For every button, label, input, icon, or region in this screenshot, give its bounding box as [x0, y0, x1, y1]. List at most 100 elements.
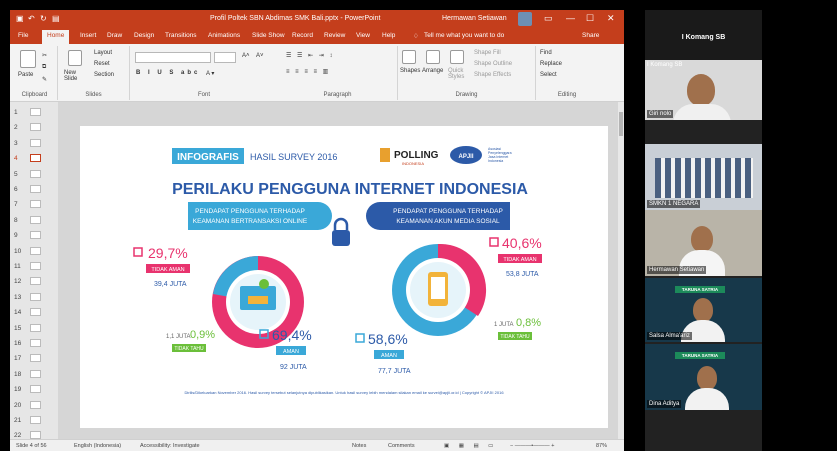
slide-thumbnail[interactable]: 4	[12, 152, 56, 166]
font-style-buttons[interactable]: B I U S abc	[136, 70, 200, 76]
account-name[interactable]: Hermawan Setiawan	[442, 15, 507, 22]
tab-design[interactable]: Design	[134, 32, 154, 39]
tab-view[interactable]: View	[356, 32, 370, 39]
slide-thumbnail-preview[interactable]	[30, 154, 41, 163]
slide-thumbnail[interactable]: 5	[12, 168, 56, 182]
slide-thumbnail[interactable]: 11	[12, 260, 56, 274]
font-name-input[interactable]	[135, 52, 211, 63]
replace-button[interactable]: Replace	[540, 61, 562, 67]
slide-thumbnail[interactable]: 21	[12, 414, 56, 428]
cut-icon[interactable]: ✂	[42, 52, 47, 59]
slide-thumbnail-preview[interactable]	[30, 246, 41, 255]
slide-thumbnail[interactable]: 15	[12, 322, 56, 336]
present-icon[interactable]: ▤	[52, 14, 60, 23]
paste-icon[interactable]	[20, 50, 36, 68]
paste-button[interactable]: Paste	[18, 72, 33, 78]
shrink-font-icon[interactable]: A˅	[256, 53, 264, 59]
tell-me-box[interactable]: Tell me what you want to do	[424, 32, 504, 39]
slide-thumbnail-preview[interactable]	[30, 262, 41, 270]
list-buttons[interactable]: ☰ ☰ ⇤ ⇥ ↕	[286, 52, 334, 59]
slide-thumbnail-preview[interactable]	[30, 185, 41, 193]
slide-canvas[interactable]: INFOGRAFIS HASIL SURVEY 2016 POLLING IND…	[80, 126, 608, 428]
vertical-scrollbar[interactable]	[618, 102, 624, 439]
slide-thumbnail[interactable]: 14	[12, 306, 56, 320]
participant-tile-3[interactable]: Hermawan Setiawan	[645, 210, 762, 276]
shape-effects-button[interactable]: Shape Effects	[474, 72, 511, 78]
slide-thumbnail-preview[interactable]	[30, 354, 41, 363]
minimize-icon[interactable]: —	[566, 13, 575, 23]
slide-thumbnail[interactable]: 2	[12, 121, 56, 135]
share-button[interactable]: Share	[582, 32, 599, 39]
new-slide-icon[interactable]	[68, 50, 82, 66]
tab-draw[interactable]: Draw	[107, 32, 122, 39]
new-slide-button[interactable]: New Slide	[64, 70, 86, 82]
participant-tile-4[interactable]: TARUNA SATRIA Salsa Alma'ariz	[645, 278, 762, 342]
slide-thumbnail-preview[interactable]	[30, 108, 41, 116]
slide-thumbnail-preview[interactable]	[30, 123, 41, 132]
slide-thumbnail-preview[interactable]	[30, 292, 41, 301]
slide-thumbnail[interactable]: 19	[12, 383, 56, 397]
slide-thumbnail-preview[interactable]	[30, 308, 41, 317]
slide-thumbnail-preview[interactable]	[30, 277, 41, 286]
slide-thumbnail-preview[interactable]	[30, 169, 41, 178]
arrange-icon[interactable]	[426, 50, 440, 64]
quick-styles-icon[interactable]	[450, 50, 464, 64]
copy-icon[interactable]: ⧉	[42, 64, 46, 71]
notes-button[interactable]: Notes	[352, 443, 366, 449]
slide-thumbnail[interactable]: 20	[12, 399, 56, 413]
save-icon[interactable]: ▣	[16, 14, 24, 23]
tab-animations[interactable]: Animations	[208, 32, 240, 39]
font-size-input[interactable]	[214, 52, 236, 63]
slide-thumbnail[interactable]: 12	[12, 275, 56, 289]
arrange-button[interactable]: Arrange	[422, 68, 443, 74]
participant-tile-2[interactable]: SMKN 1 NEGARA	[645, 144, 762, 210]
accessibility-status[interactable]: Accessibility: Investigate	[140, 443, 200, 449]
reset-button[interactable]: Reset	[94, 61, 110, 67]
slide-thumbnail[interactable]: 7	[12, 198, 56, 212]
scroll-thumb[interactable]	[619, 112, 623, 136]
tab-record[interactable]: Record	[292, 32, 313, 39]
comments-button[interactable]: Comments	[388, 443, 415, 449]
slide-thumbnail[interactable]: 3	[12, 137, 56, 151]
undo-icon[interactable]: ↶	[28, 14, 35, 23]
grow-font-icon[interactable]: A˄	[242, 53, 250, 59]
zoom-level[interactable]: 87%	[596, 443, 607, 449]
slide-thumbnail[interactable]: 13	[12, 291, 56, 305]
account-avatar[interactable]	[518, 12, 532, 26]
tab-insert[interactable]: Insert	[80, 32, 96, 39]
select-button[interactable]: Select	[540, 72, 557, 78]
language-indicator[interactable]: English (Indonesia)	[74, 443, 121, 449]
maximize-icon[interactable]: ☐	[586, 13, 594, 24]
slide-thumbnail[interactable]: 1	[12, 106, 56, 120]
view-buttons[interactable]: ▣ ▦ ▤ ▭	[444, 443, 497, 449]
tab-slide-show[interactable]: Slide Show	[252, 32, 285, 39]
shape-fill-button[interactable]: Shape Fill	[474, 50, 501, 56]
ribbon-display-icon[interactable]: ▭	[544, 13, 553, 24]
slide-thumbnail-preview[interactable]	[30, 385, 41, 394]
slide-thumbnail-preview[interactable]	[30, 369, 41, 378]
font-color-icon[interactable]: A ▾	[206, 70, 214, 77]
slide-thumbnail[interactable]: 17	[12, 352, 56, 366]
slide-thumbnail-preview[interactable]	[30, 215, 41, 224]
format-painter-icon[interactable]: ✎	[42, 76, 47, 83]
tab-transitions[interactable]: Transitions	[165, 32, 197, 39]
tab-help[interactable]: Help	[382, 32, 395, 39]
shapes-button[interactable]: Shapes	[400, 68, 420, 74]
slide-thumbnail[interactable]: 6	[12, 183, 56, 197]
close-icon[interactable]: ✕	[607, 13, 615, 24]
slide-thumbnail-preview[interactable]	[30, 339, 41, 347]
slide-thumbnail-preview[interactable]	[30, 200, 41, 209]
zoom-slider[interactable]: − ———•——— +	[510, 443, 554, 449]
slide-thumbnail[interactable]: 18	[12, 368, 56, 382]
tab-review[interactable]: Review	[324, 32, 345, 39]
slide-thumbnail-preview[interactable]	[30, 138, 41, 147]
slide-thumbnail[interactable]: 10	[12, 245, 56, 259]
slide-thumbnail[interactable]: 9	[12, 229, 56, 243]
redo-icon[interactable]: ↻	[40, 14, 47, 23]
slide-thumbnail-preview[interactable]	[30, 416, 41, 424]
layout-button[interactable]: Layout	[94, 50, 112, 56]
find-button[interactable]: Find	[540, 50, 552, 56]
slide-thumbnail-preview[interactable]	[30, 323, 41, 332]
participant-tile-1[interactable]: I Komang SB Giri nolo	[645, 60, 762, 120]
tab-file[interactable]: File	[18, 32, 28, 39]
